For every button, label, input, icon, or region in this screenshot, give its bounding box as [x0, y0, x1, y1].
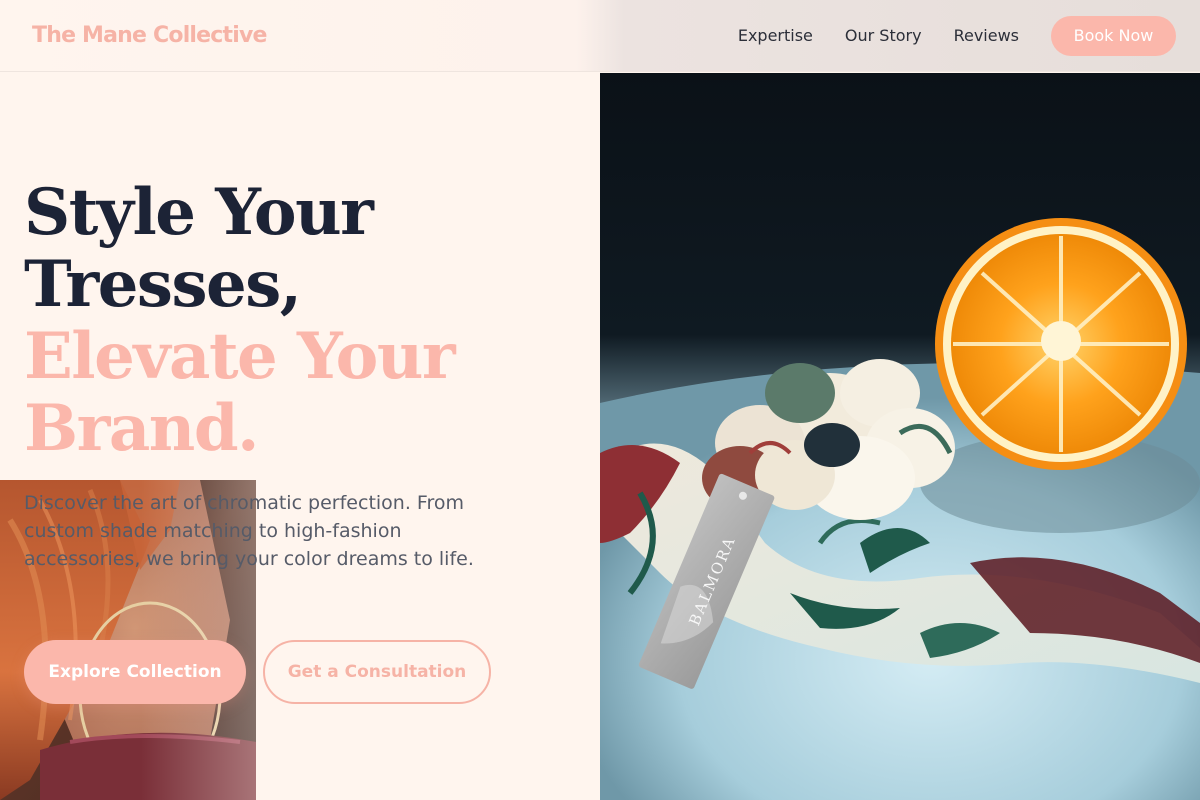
brand-logo[interactable]: The Mane Collective [32, 23, 267, 48]
main-nav: Expertise Our Story Reviews Book Now [738, 15, 1176, 56]
book-now-button[interactable]: Book Now [1051, 15, 1176, 56]
hero-section: Style Your Tresses, Elevate Your Brand. [0, 73, 600, 800]
site-header: The Mane Collective Expertise Our Story … [0, 0, 1200, 72]
nav-link-expertise[interactable]: Expertise [738, 26, 813, 45]
get-consultation-button[interactable]: Get a Consultation [263, 640, 491, 704]
nav-link-reviews[interactable]: Reviews [954, 26, 1019, 45]
headline-accent-line-1: Elevate Your [24, 319, 456, 394]
product-hero-image: BALMORA [600, 73, 1200, 800]
headline-line-1: Style Your [24, 175, 374, 250]
headline-line-2: Tresses, [24, 247, 302, 322]
nav-link-our-story[interactable]: Our Story [845, 26, 922, 45]
headline-accent-line-2: Brand. [24, 391, 259, 466]
explore-collection-button[interactable]: Explore Collection [24, 640, 246, 704]
hero-description: Discover the art of chromatic perfection… [24, 492, 474, 570]
orange-slice-graphic [935, 218, 1187, 470]
hero-headline: Style Your Tresses, Elevate Your Brand. [24, 177, 584, 465]
